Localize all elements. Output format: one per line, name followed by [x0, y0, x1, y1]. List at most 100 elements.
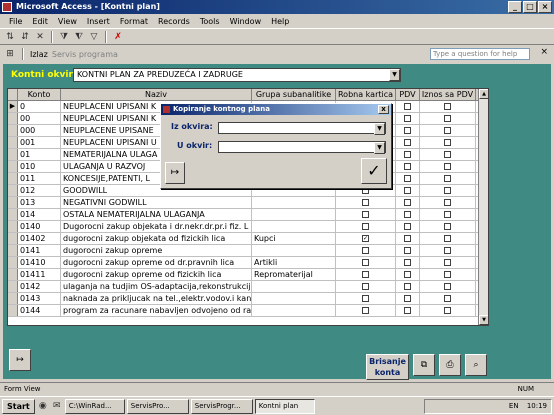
filter-by-selection-icon[interactable]: ⧩	[58, 31, 70, 43]
table-row[interactable]: 0142 ulaganja na tudjim OS-adaptacija,rek…	[8, 281, 488, 293]
konto-cell[interactable]: 013	[18, 197, 61, 208]
checkbox[interactable]	[362, 211, 369, 218]
checkbox[interactable]	[362, 295, 369, 302]
dialog-exit-button[interactable]: ↦	[165, 162, 185, 184]
menu-format[interactable]: Format	[115, 17, 153, 26]
table-row[interactable]: 0143 naknada za prikljucak na tel.,elektr…	[8, 293, 488, 305]
close-icon[interactable]: ×	[540, 47, 548, 57]
naziv-cell[interactable]: OSTALA NEMATERIJALNA ULAGANJA	[61, 209, 252, 220]
column-iznos[interactable]: Iznos sa PDV	[420, 89, 476, 100]
taskbar-item[interactable]: Kontni plan	[254, 398, 315, 414]
naziv-cell[interactable]: NEGATIVNI GODWILL	[61, 197, 252, 208]
menu-file[interactable]: File	[4, 17, 27, 26]
checkbox[interactable]	[362, 247, 369, 254]
grupa-cell[interactable]	[252, 209, 336, 220]
grupa-cell[interactable]: Repromaterijal	[252, 269, 336, 280]
konto-cell[interactable]: 0	[18, 101, 61, 112]
filter-by-form-icon[interactable]: ⧨	[73, 31, 85, 43]
language-indicator[interactable]: EN	[509, 402, 519, 410]
record-selector[interactable]	[8, 197, 18, 208]
print-icon[interactable]: ⎙	[439, 354, 461, 376]
column-naziv[interactable]: Naziv	[61, 89, 252, 100]
taskbar-item[interactable]: ServisPro...	[126, 398, 189, 414]
checkbox[interactable]	[404, 151, 411, 158]
sort-ascending-icon[interactable]: ⇅	[4, 31, 16, 43]
table-row[interactable]: 01410 dugorocni zakup opreme od dr.pravni…	[8, 257, 488, 269]
taskbar-item[interactable]: C:\WinRad...	[64, 398, 125, 414]
table-row[interactable]: 01402 dugorocni zakup objekata od fizicki…	[8, 233, 488, 245]
record-selector[interactable]	[8, 245, 18, 256]
grupa-cell[interactable]	[252, 221, 336, 232]
grupa-cell[interactable]	[252, 305, 336, 316]
konto-cell[interactable]: 014	[18, 209, 61, 220]
konto-cell[interactable]: 01411	[18, 269, 61, 280]
grupa-cell[interactable]	[252, 281, 336, 292]
record-selector[interactable]	[8, 161, 18, 172]
checkbox[interactable]	[404, 295, 411, 302]
menu-view[interactable]: View	[53, 17, 82, 26]
konto-cell[interactable]: 0144	[18, 305, 61, 316]
menu-window[interactable]: Window	[225, 17, 267, 26]
checkbox[interactable]	[362, 271, 369, 278]
checkbox[interactable]	[404, 139, 411, 146]
sort-clear-icon[interactable]: ✕	[34, 31, 46, 43]
menu-tools[interactable]: Tools	[195, 17, 225, 26]
izlaz-button[interactable]: Izlaz	[30, 50, 48, 59]
checkbox[interactable]	[404, 283, 411, 290]
checkbox[interactable]	[444, 175, 451, 182]
exit-icon[interactable]: ⊞	[4, 48, 16, 60]
naziv-cell[interactable]: dugorocni zakup opreme od dr.pravnih lic…	[61, 257, 252, 268]
menu-records[interactable]: Records	[153, 17, 195, 26]
record-selector[interactable]	[8, 257, 18, 268]
table-row[interactable]: 0141 dugorocni zakup opreme	[8, 245, 488, 257]
checkbox[interactable]	[362, 307, 369, 314]
checkbox[interactable]	[444, 235, 451, 242]
naziv-cell[interactable]: dugorocni zakup opreme	[61, 245, 252, 256]
checkbox[interactable]	[404, 235, 411, 242]
record-selector-header[interactable]	[8, 89, 18, 100]
start-button[interactable]: Start	[2, 398, 35, 414]
table-row[interactable]: 0140 Dugorocni zakup objekata i dr.nekr.d…	[8, 221, 488, 233]
naziv-cell[interactable]: dugorocni zakup opreme od fizickih lica	[61, 269, 252, 280]
checkbox[interactable]	[444, 103, 451, 110]
record-selector[interactable]	[8, 269, 18, 280]
kontni-okvir-select[interactable]: KONTNI PLAN ZA PREDUZEĆA I ZADRUGE ▼	[73, 68, 401, 82]
confirm-checkmark-button[interactable]: ✓	[361, 158, 387, 184]
checkbox[interactable]: ✓	[362, 235, 369, 242]
konto-cell[interactable]: 001	[18, 137, 61, 148]
exit-form-button[interactable]: ↦	[9, 349, 31, 371]
checkbox[interactable]	[444, 295, 451, 302]
checkbox[interactable]	[404, 127, 411, 134]
checkbox[interactable]	[444, 247, 451, 254]
checkbox[interactable]	[362, 223, 369, 230]
scroll-up-icon[interactable]: ▲	[479, 89, 488, 99]
checkbox[interactable]	[404, 271, 411, 278]
record-selector[interactable]: ▶	[8, 101, 18, 112]
record-selector[interactable]	[8, 137, 18, 148]
servis-programa-button[interactable]: Servis programa	[52, 50, 118, 59]
menu-edit[interactable]: Edit	[27, 17, 53, 26]
checkbox[interactable]	[444, 151, 451, 158]
column-pdv[interactable]: PDV	[396, 89, 420, 100]
quicklaunch-icon[interactable]: ◉	[37, 400, 49, 412]
konto-cell[interactable]: 01402	[18, 233, 61, 244]
record-selector[interactable]	[8, 185, 18, 196]
close-button[interactable]: ×	[538, 1, 552, 13]
minimize-button[interactable]: _	[508, 1, 522, 13]
checkbox[interactable]	[444, 163, 451, 170]
konto-cell[interactable]: 0142	[18, 281, 61, 292]
copy-icon[interactable]: ⧉	[413, 354, 435, 376]
record-selector[interactable]	[8, 113, 18, 124]
checkbox[interactable]	[404, 163, 411, 170]
record-selector[interactable]	[8, 209, 18, 220]
record-selector[interactable]	[8, 173, 18, 184]
chevron-down-icon[interactable]: ▼	[374, 123, 385, 135]
grupa-cell[interactable]	[252, 293, 336, 304]
brisanje-konta-button[interactable]: Brisanje konta	[366, 354, 409, 380]
table-row[interactable]: 014 OSTALA NEMATERIJALNA ULAGANJA	[8, 209, 488, 221]
record-selector[interactable]	[8, 293, 18, 304]
checkbox[interactable]	[444, 127, 451, 134]
record-selector[interactable]	[8, 149, 18, 160]
konto-cell[interactable]: 0141	[18, 245, 61, 256]
chevron-down-icon[interactable]: ▼	[389, 69, 400, 81]
